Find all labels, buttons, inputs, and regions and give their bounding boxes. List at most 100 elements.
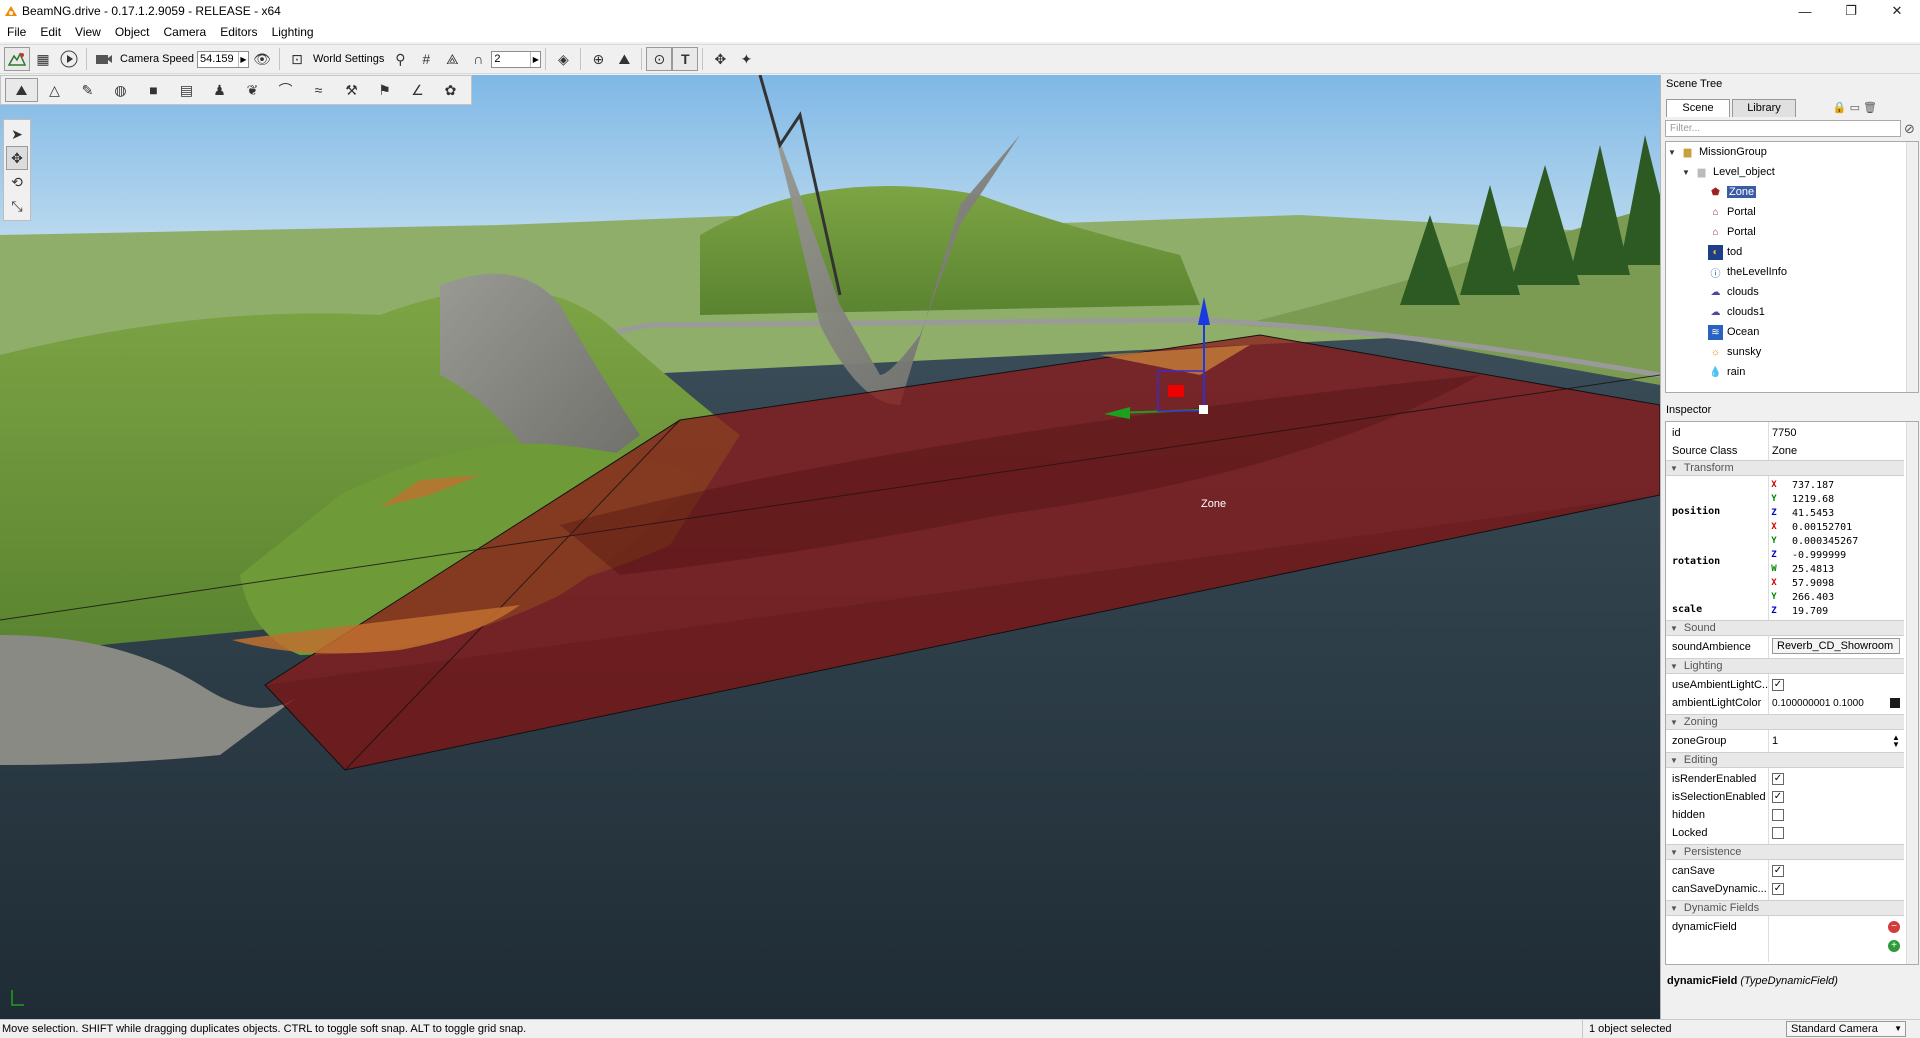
object-editor-icon[interactable]: ⛰ <box>5 78 38 102</box>
fit-view-icon[interactable]: ⊡ <box>284 47 310 71</box>
section-transform[interactable]: ▼ Transform <box>1666 460 1904 476</box>
minimize-button[interactable]: — <box>1782 0 1828 22</box>
color-swatch-icon[interactable] <box>1890 698 1900 708</box>
terrain-editor-icon[interactable]: △ <box>38 78 71 102</box>
tree-item-ocean[interactable]: ≋ Ocean <box>1708 322 1759 342</box>
world-editor-icon[interactable] <box>4 47 30 71</box>
camera-speed-input[interactable]: 54.159 ▶ <box>197 50 249 68</box>
selection-center-icon[interactable]: ⊙ <box>646 47 673 71</box>
camera-speed-arrow-icon[interactable]: ▶ <box>238 51 248 67</box>
add-field-icon[interactable]: + <box>1888 940 1900 952</box>
scale-y-field[interactable]: Y 266.403 <box>1768 590 1904 604</box>
tab-library[interactable]: Library <box>1732 99 1796 117</box>
scene-tree-scrollbar[interactable] <box>1906 142 1918 392</box>
section-persistence[interactable]: ▼ Persistence <box>1666 844 1904 860</box>
navmesh-editor-icon[interactable]: ⚑ <box>368 78 401 102</box>
scene-filter-input[interactable]: Filter... <box>1665 120 1901 137</box>
section-sound[interactable]: ▼ Sound <box>1666 620 1904 636</box>
can-save-checkbox[interactable]: ✓ <box>1772 865 1784 877</box>
select-arrow-icon[interactable]: ➤ <box>6 122 28 146</box>
section-dynamic-fields[interactable]: ▼ Dynamic Fields <box>1666 900 1904 916</box>
tree-item-zone[interactable]: ⬟ Zone <box>1708 182 1757 202</box>
rotation-x-field[interactable]: X 0.00152701 <box>1768 520 1904 534</box>
snap-to-terrain-icon[interactable]: ⚲ <box>387 47 413 71</box>
lock-icon[interactable]: 🔒 <box>1833 102 1850 114</box>
gui-editor-icon[interactable]: ▦ <box>30 47 56 71</box>
selection-enabled-checkbox[interactable]: ✓ <box>1772 791 1784 803</box>
tree-item-portal[interactable]: ⌂ Portal <box>1708 222 1755 242</box>
rotate-tool-icon[interactable]: ⟲ <box>6 170 28 194</box>
remove-field-icon[interactable]: − <box>1888 921 1900 933</box>
batch-drop-icon[interactable]: ✦ <box>733 47 759 71</box>
tree-item-missiongroup[interactable]: ▼ ▆ MissionGroup <box>1668 142 1767 162</box>
decal-editor-icon[interactable]: ♟ <box>203 78 236 102</box>
soft-snap-icon[interactable]: ⟁ <box>439 47 465 71</box>
menu-view[interactable]: View <box>68 22 108 42</box>
position-x-field[interactable]: X 737.187 <box>1768 478 1904 492</box>
sound-ambience-button[interactable]: Reverb_CD_Showroom <box>1772 637 1900 654</box>
menu-lighting[interactable]: Lighting <box>265 22 321 42</box>
mesh-road-editor-icon[interactable]: ⌒ <box>269 78 302 102</box>
tree-item-rain[interactable]: 💧 rain <box>1708 362 1745 382</box>
menu-camera[interactable]: Camera <box>157 22 214 42</box>
particle-editor-icon[interactable]: ✿ <box>434 78 467 102</box>
origin-axis-icon[interactable]: ⊕ <box>585 47 611 71</box>
road-editor-icon[interactable]: ⚒ <box>335 78 368 102</box>
menu-file[interactable]: File <box>0 22 33 42</box>
terrain-painter-icon[interactable]: ✎ <box>71 78 104 102</box>
tree-item-level-object[interactable]: ▼ ▆ Level_object <box>1682 162 1775 182</box>
tree-item-tod[interactable]: ◐ tod <box>1708 242 1742 262</box>
scale-z-field[interactable]: Z 19.709 <box>1768 604 1904 618</box>
grid-size-arrow-icon[interactable]: ▶ <box>530 51 540 67</box>
tree-item-levelinfo[interactable]: ⓘ theLevelInfo <box>1708 262 1787 282</box>
collapse-icon[interactable]: ▼ <box>1682 168 1694 177</box>
drop-object-icon[interactable]: ✥ <box>707 47 733 71</box>
datablock-editor-icon[interactable]: ▤ <box>170 78 203 102</box>
locked-checkbox[interactable] <box>1772 827 1784 839</box>
rotation-w-field[interactable]: W 25.4813 <box>1768 562 1904 576</box>
use-ambient-checkbox[interactable]: ✓ <box>1772 679 1784 691</box>
world-settings-label[interactable]: World Settings <box>310 53 387 65</box>
decal-road-editor-icon[interactable]: ∠ <box>401 78 434 102</box>
position-y-field[interactable]: Y 1219.68 <box>1768 492 1904 506</box>
camera-icon[interactable] <box>91 47 117 71</box>
clear-filter-icon[interactable]: ⊘ <box>1904 121 1915 137</box>
visibility-eye-icon[interactable]: 👁 <box>249 47 275 71</box>
menu-object[interactable]: Object <box>108 22 157 42</box>
close-button[interactable]: ✕ <box>1874 0 1920 22</box>
menu-editors[interactable]: Editors <box>213 22 264 42</box>
rotation-z-field[interactable]: Z -0.999999 <box>1768 548 1904 562</box>
menu-edit[interactable]: Edit <box>33 22 68 42</box>
can-save-dynamic-checkbox[interactable]: ✓ <box>1772 883 1784 895</box>
ambient-color-field[interactable]: 0.100000001 0.1000 <box>1768 698 1890 709</box>
object-box-icon[interactable]: ◈ <box>550 47 576 71</box>
new-folder-icon[interactable]: ▭ <box>1850 102 1863 114</box>
delete-icon[interactable]: 🗑 <box>1863 102 1880 114</box>
forest-editor-icon[interactable]: ❦ <box>236 78 269 102</box>
terrain-align-icon[interactable]: ⛰ <box>611 47 637 71</box>
section-lighting[interactable]: ▼ Lighting <box>1666 658 1904 674</box>
play-game-icon[interactable] <box>56 47 82 71</box>
material-editor-icon[interactable]: ◍ <box>104 78 137 102</box>
tree-item-sunsky[interactable]: ☼ sunsky <box>1708 342 1761 362</box>
spinner-icon[interactable]: ▲ ▼ <box>1892 734 1904 749</box>
tab-scene[interactable]: Scene <box>1666 99 1730 117</box>
grid-size-input[interactable]: 2 ▶ <box>491 50 542 68</box>
tree-item-clouds1[interactable]: ☁ clouds1 <box>1708 302 1765 322</box>
text-object-icon[interactable]: T <box>672 47 699 71</box>
rotation-y-field[interactable]: Y 0.000345267 <box>1768 534 1904 548</box>
section-zoning[interactable]: ▼ Zoning <box>1666 714 1904 730</box>
hidden-checkbox[interactable] <box>1772 809 1784 821</box>
inspector-scrollbar[interactable] <box>1906 422 1918 964</box>
grid-snap-icon[interactable]: # <box>413 47 439 71</box>
river-editor-icon[interactable]: ≈ <box>302 78 335 102</box>
camera-mode-dropdown[interactable]: Standard Camera ▼ <box>1786 1021 1906 1037</box>
sketch-tool-icon[interactable]: ■ <box>137 78 170 102</box>
world-viewport[interactable]: Zone <box>0 75 1660 1019</box>
position-z-field[interactable]: Z 41.5453 <box>1768 506 1904 520</box>
zone-group-field[interactable]: 1 <box>1768 735 1892 747</box>
tree-item-portal[interactable]: ⌂ Portal <box>1708 202 1755 222</box>
section-editing[interactable]: ▼ Editing <box>1666 752 1904 768</box>
magnet-icon[interactable]: ∩ <box>465 47 491 71</box>
move-tool-icon[interactable]: ✥ <box>6 146 28 170</box>
